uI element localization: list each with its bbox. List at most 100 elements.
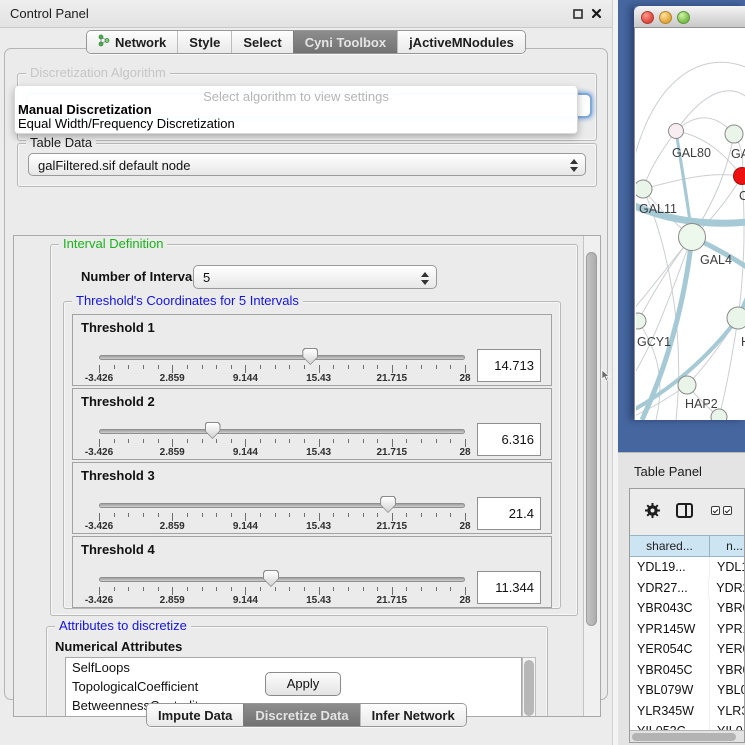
network-node-c[interactable] bbox=[734, 168, 745, 185]
table-row[interactable]: YBR043CYBR0... bbox=[630, 598, 745, 619]
slider-tick-label: 15.43 bbox=[289, 447, 349, 458]
minimize-traffic-light[interactable] bbox=[659, 11, 672, 24]
control-panel-tabs: Network Style Select Cyni Toolbox jActiv… bbox=[86, 30, 526, 54]
network-node-hap2[interactable] bbox=[678, 376, 696, 394]
slider-tick-label: 21.715 bbox=[362, 521, 422, 532]
network-canvas[interactable]: GAL80GACGAL11GAL4GCY1HHAP2 bbox=[634, 28, 745, 420]
tab-infer-network[interactable]: Infer Network bbox=[360, 704, 466, 726]
cell-shared-name: YPR145W bbox=[630, 619, 710, 640]
column-header-name[interactable]: n... bbox=[710, 535, 745, 557]
node-table: shared... n... YDL19...YDL1...YDR27...YD… bbox=[629, 488, 745, 743]
node-label: H bbox=[741, 335, 745, 349]
select-checkbox-icon[interactable] bbox=[711, 506, 720, 515]
network-node-gal11[interactable] bbox=[636, 180, 652, 198]
threshold-slider-track[interactable] bbox=[99, 577, 465, 582]
combo-stepper-icon bbox=[569, 158, 578, 173]
threshold-slider-thumb[interactable] bbox=[263, 570, 279, 587]
gear-icon[interactable] bbox=[644, 502, 661, 524]
tab-cyni-toolbox[interactable]: Cyni Toolbox bbox=[293, 31, 397, 53]
threshold-slider-thumb[interactable] bbox=[302, 348, 318, 365]
close-traffic-light[interactable] bbox=[641, 11, 654, 24]
scrollbar-thumb[interactable] bbox=[586, 252, 597, 626]
cell-name: YBR0... bbox=[710, 598, 745, 619]
threshold-slider-thumb[interactable] bbox=[380, 496, 396, 513]
table-row[interactable]: YPR145WYPR1... bbox=[630, 619, 745, 640]
control-panel: Control Panel Network Style Select Cyni … bbox=[0, 0, 612, 745]
tab-impute-data[interactable]: Impute Data bbox=[147, 704, 243, 726]
tab-label: Cyni Toolbox bbox=[305, 35, 386, 50]
slider-tick-label: -3.426 bbox=[69, 521, 129, 532]
cell-shared-name: YDL19... bbox=[630, 557, 710, 578]
float-window-icon[interactable] bbox=[573, 6, 583, 24]
combo-value: galFiltered.sif default node bbox=[38, 158, 190, 173]
combo-stepper-icon bbox=[420, 271, 429, 286]
threshold-slider-track[interactable] bbox=[99, 429, 465, 434]
network-icon bbox=[98, 34, 110, 50]
slider-tick-label: 21.715 bbox=[362, 447, 422, 458]
network-node-ga[interactable] bbox=[725, 125, 743, 143]
table-row[interactable]: YLR345WYLR3... bbox=[630, 701, 745, 722]
table-row[interactable]: YDR27...YDR2... bbox=[630, 578, 745, 599]
table-body: YDL19...YDL1...YDR27...YDR2...YBR043CYBR… bbox=[630, 557, 745, 730]
close-icon[interactable] bbox=[591, 6, 602, 24]
slider-tick-label: 2.859 bbox=[142, 447, 202, 458]
cell-name: YPR1... bbox=[710, 619, 745, 640]
tab-select[interactable]: Select bbox=[231, 31, 292, 53]
threshold-value-field[interactable]: 14.713 bbox=[477, 349, 541, 382]
settings-scroll-panel: Interval Definition Number of Intervals … bbox=[13, 235, 601, 717]
tab-label: Network bbox=[115, 35, 166, 50]
column-header-shared-name[interactable]: shared... bbox=[630, 535, 710, 557]
slider-tick-label: 2.859 bbox=[142, 373, 202, 384]
node-label: HAP2 bbox=[685, 397, 718, 411]
slider-tick-label: 15.43 bbox=[289, 521, 349, 532]
cell-name: YLR3... bbox=[710, 701, 745, 722]
threshold-panel: Threshold 4-3.4262.8599.14415.4321.71528… bbox=[72, 536, 552, 608]
apply-button[interactable]: Apply bbox=[265, 672, 341, 696]
table-row[interactable]: YBL079WYBL0... bbox=[630, 680, 745, 701]
tab-label: Select bbox=[243, 35, 281, 50]
zoom-traffic-light[interactable] bbox=[677, 11, 690, 24]
slider-tick-label: -3.426 bbox=[69, 373, 129, 384]
table-data-combo[interactable]: galFiltered.sif default node bbox=[28, 153, 586, 176]
select-all-checkbox-icon[interactable] bbox=[723, 506, 732, 515]
columns-icon[interactable] bbox=[676, 503, 693, 518]
table-panel-title: Table Panel bbox=[634, 464, 702, 479]
table-row[interactable]: YDL19...YDL1... bbox=[630, 557, 745, 578]
slider-tick-label: 9.144 bbox=[215, 447, 275, 458]
table-row[interactable]: YIL052CYIL0... bbox=[630, 721, 745, 730]
tab-discretize-data[interactable]: Discretize Data bbox=[243, 704, 359, 726]
network-node-h[interactable] bbox=[727, 307, 745, 329]
cell-name: YIL0... bbox=[710, 721, 745, 730]
threshold-panel: Threshold 3-3.4262.8599.14415.4321.71528… bbox=[72, 462, 552, 534]
dropdown-option-equal-width[interactable]: Equal Width/Frequency Discretization bbox=[18, 116, 235, 131]
table-panel: Table Panel shared... n... YDL19...YDL1.… bbox=[618, 452, 745, 745]
threshold-value-field[interactable]: 21.4 bbox=[477, 497, 541, 530]
cell-name: YER0... bbox=[710, 639, 745, 660]
table-toolbar bbox=[630, 489, 744, 533]
tab-style[interactable]: Style bbox=[177, 31, 231, 53]
tab-label: Infer Network bbox=[372, 708, 455, 723]
slider-tick-label: 21.715 bbox=[362, 373, 422, 384]
threshold-value-field[interactable]: 11.344 bbox=[477, 571, 541, 604]
settings-vertical-scrollbar[interactable] bbox=[583, 236, 600, 716]
network-node-gal80[interactable] bbox=[669, 124, 684, 139]
slider-tick-label: 2.859 bbox=[142, 521, 202, 532]
dropdown-option-manual[interactable]: Manual Discretization bbox=[18, 102, 152, 117]
slider-tick-label: 9.144 bbox=[215, 373, 275, 384]
threshold-value-field[interactable]: 6.316 bbox=[477, 423, 541, 456]
slider-tick-label: 21.715 bbox=[362, 595, 422, 606]
network-node-gcy1[interactable] bbox=[636, 313, 646, 329]
attributes-list-scrollbar[interactable] bbox=[522, 657, 536, 717]
table-horizontal-scrollbar[interactable] bbox=[630, 730, 744, 743]
table-row[interactable]: YBR045CYBR0... bbox=[630, 660, 745, 681]
threshold-slider-track[interactable] bbox=[99, 503, 465, 508]
tab-network[interactable]: Network bbox=[87, 31, 177, 53]
group-title: Attributes to discretize bbox=[55, 619, 191, 633]
table-row[interactable]: YER054CYER0... bbox=[630, 639, 745, 660]
tab-jactivemnodules[interactable]: jActiveMNodules bbox=[397, 31, 525, 53]
number-of-intervals-combo[interactable]: 5 bbox=[193, 265, 437, 289]
network-node-gal4[interactable] bbox=[679, 224, 706, 251]
threshold-slider-thumb[interactable] bbox=[205, 422, 221, 439]
threshold-label: Threshold 2 bbox=[81, 394, 155, 409]
threshold-slider-track[interactable] bbox=[99, 355, 465, 360]
